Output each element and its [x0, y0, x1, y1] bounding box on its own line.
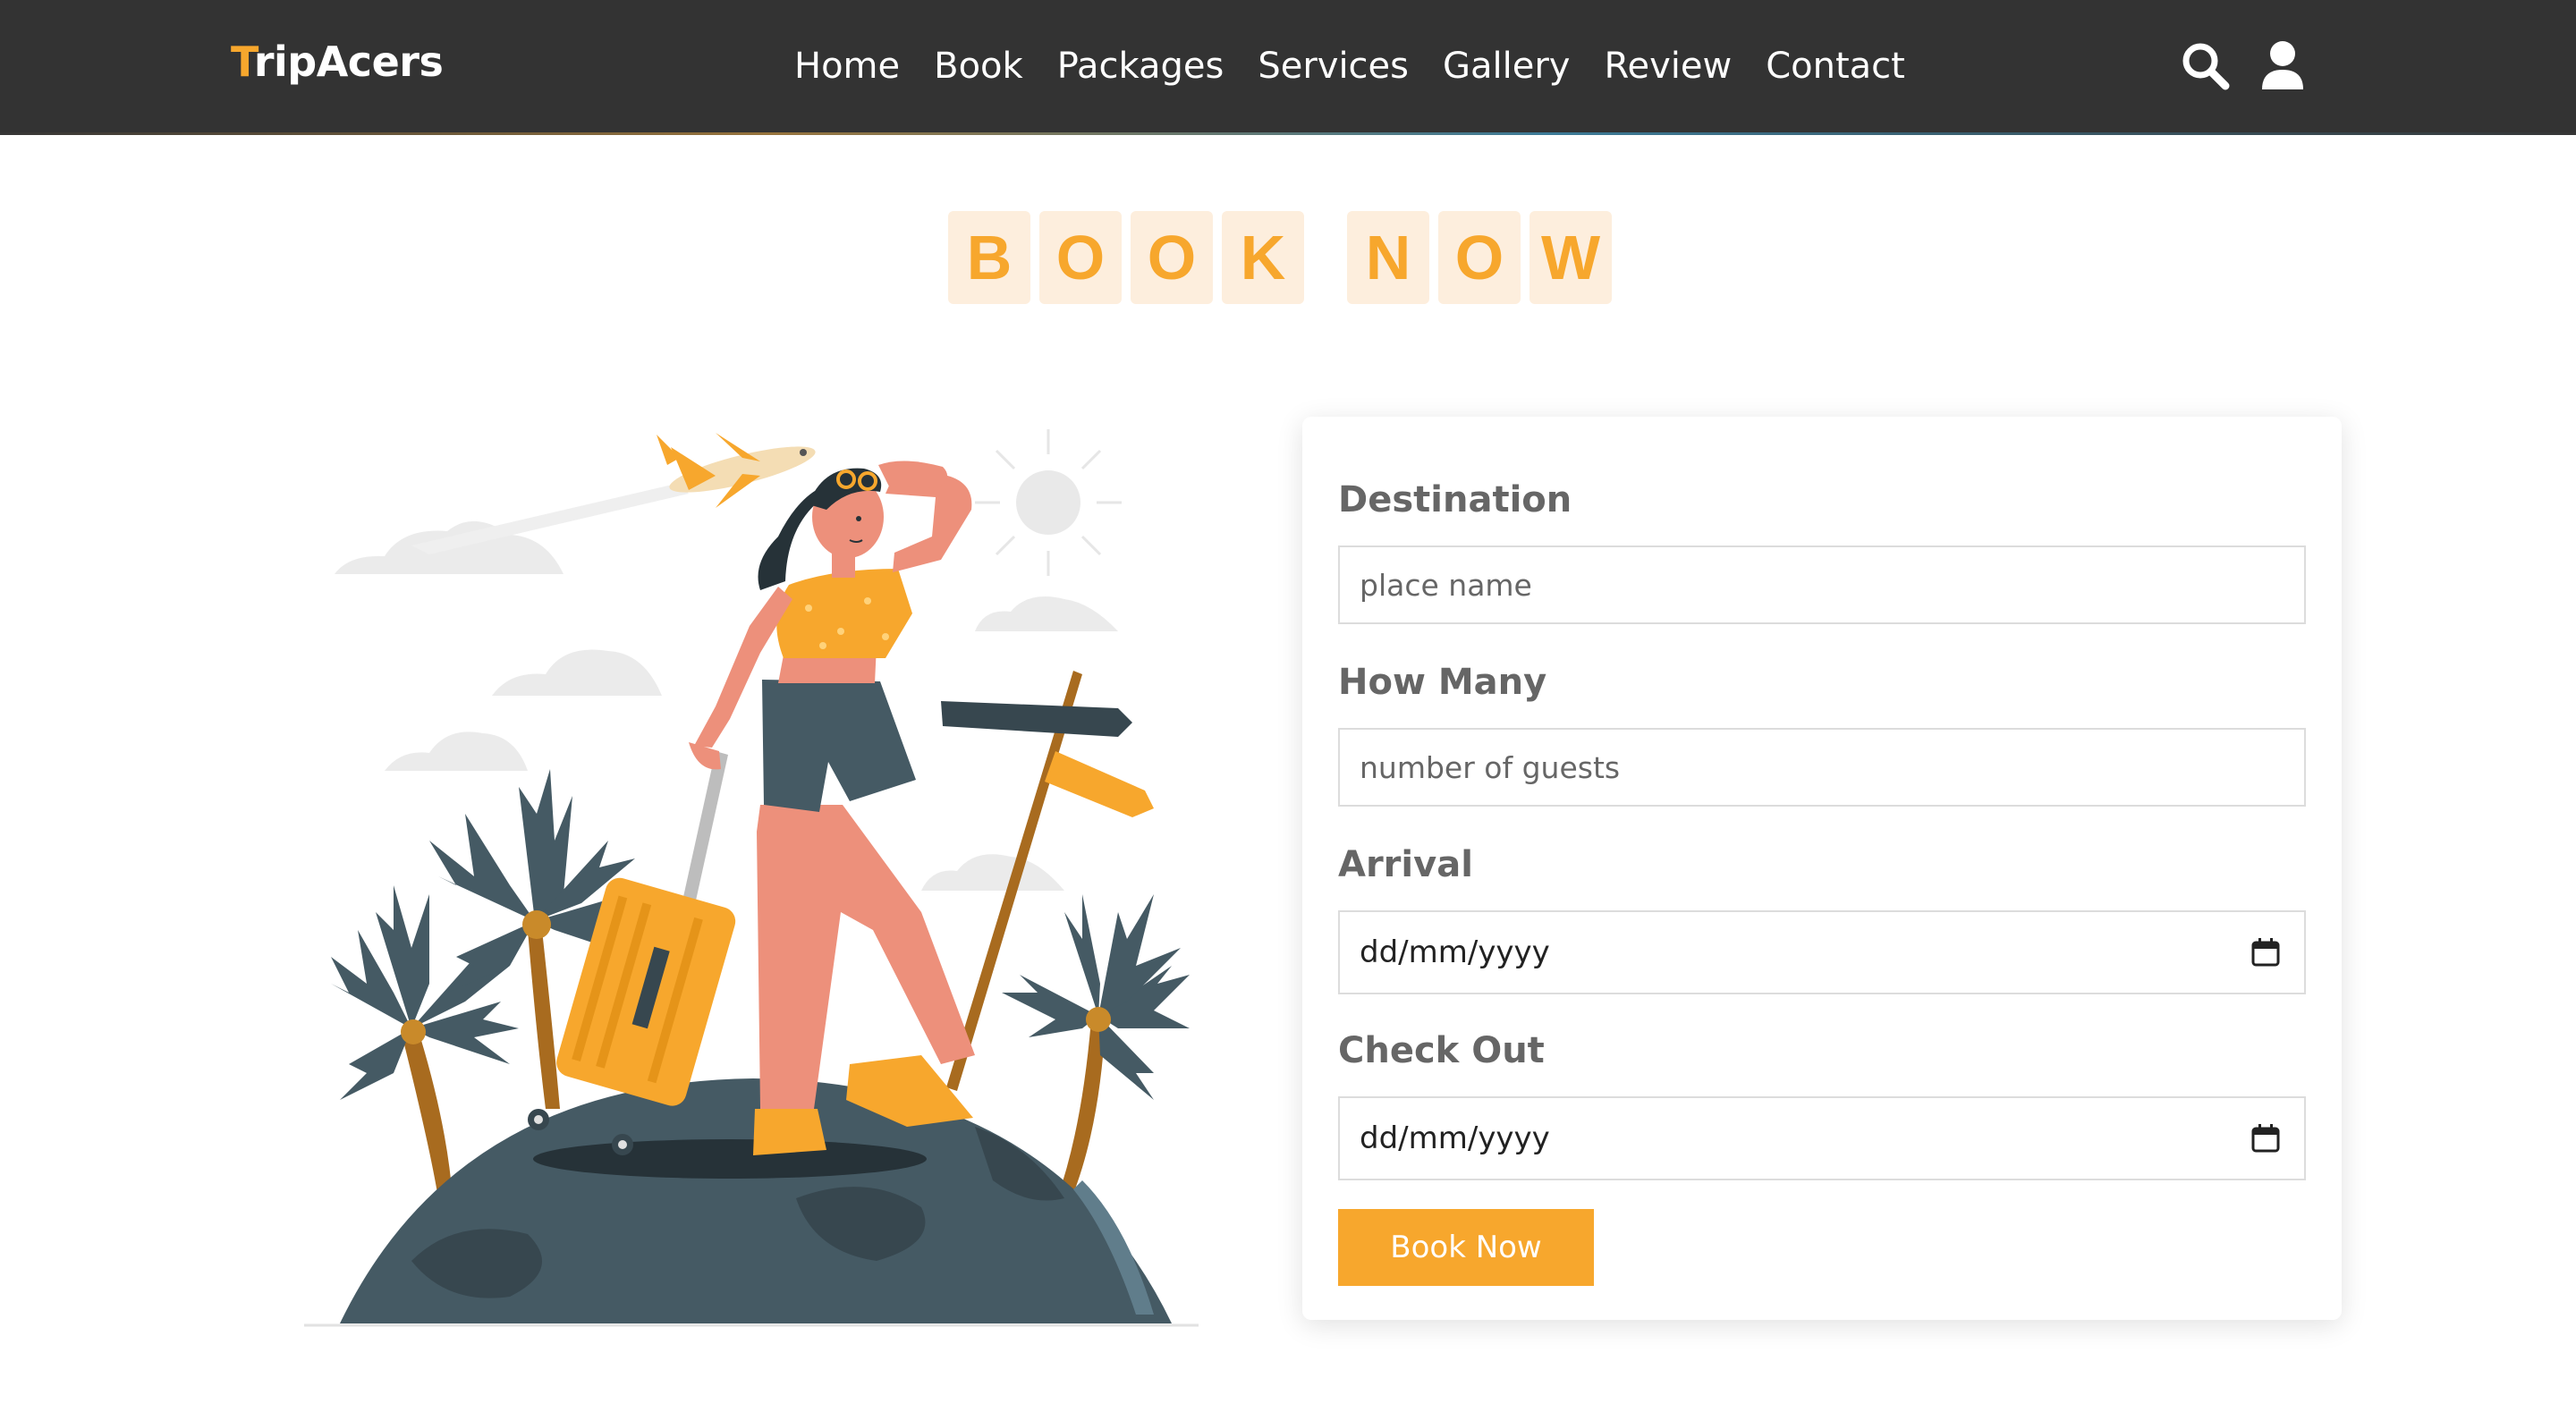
nav-review[interactable]: Review [1604, 41, 1732, 91]
nav-book[interactable]: Book [934, 41, 1023, 91]
nav-services[interactable]: Services [1258, 41, 1409, 91]
brand-logo[interactable]: TripAcers [231, 38, 444, 86]
checkout-date-input[interactable]: dd/mm/yyyy [1338, 1096, 2306, 1180]
heading-letter: K [1222, 211, 1304, 304]
checkout-date-value: dd/mm/yyyy [1360, 1120, 1550, 1156]
traveler-illustration [295, 411, 1208, 1341]
guests-field-box [1338, 728, 2306, 807]
nav-home[interactable]: Home [794, 41, 900, 91]
guests-label: How Many [1338, 662, 1547, 703]
heading-letter: O [1131, 211, 1213, 304]
heading-letter: W [1530, 211, 1612, 304]
heading-letter: B [948, 211, 1030, 304]
arrival-date-input[interactable]: dd/mm/yyyy [1338, 910, 2306, 994]
destination-input[interactable] [1340, 547, 2304, 622]
calendar-icon[interactable] [2250, 1123, 2281, 1154]
guests-input[interactable] [1340, 730, 2304, 805]
user-icon[interactable] [2260, 39, 2314, 93]
book-now-button[interactable]: Book Now [1338, 1209, 1594, 1286]
arrival-date-value: dd/mm/yyyy [1360, 934, 1550, 970]
brand-logo-text: ripAcers [253, 38, 444, 86]
heading-letter: O [1438, 211, 1521, 304]
nav-gallery[interactable]: Gallery [1443, 41, 1570, 91]
destination-field-box [1338, 545, 2306, 624]
top-navbar: TripAcers Home Book Packages Services Ga… [0, 0, 2576, 135]
booking-form: Destination How Many Arrival dd/mm/yyyy … [1302, 417, 2342, 1320]
heading-letter: N [1347, 211, 1429, 304]
nav-packages[interactable]: Packages [1057, 41, 1224, 91]
checkout-label: Check Out [1338, 1030, 1545, 1071]
heading-letter: O [1039, 211, 1122, 304]
nav-contact[interactable]: Contact [1766, 41, 1905, 91]
search-icon[interactable] [2179, 39, 2233, 93]
arrival-label: Arrival [1338, 844, 1473, 885]
destination-label: Destination [1338, 479, 1572, 520]
calendar-icon[interactable] [2250, 937, 2281, 968]
brand-logo-first-letter: T [231, 38, 254, 86]
main-nav: Home Book Packages Services Gallery Revi… [794, 41, 1939, 91]
header-divider [0, 132, 2576, 135]
book-now-heading: B O O K N O W [948, 211, 1621, 304]
